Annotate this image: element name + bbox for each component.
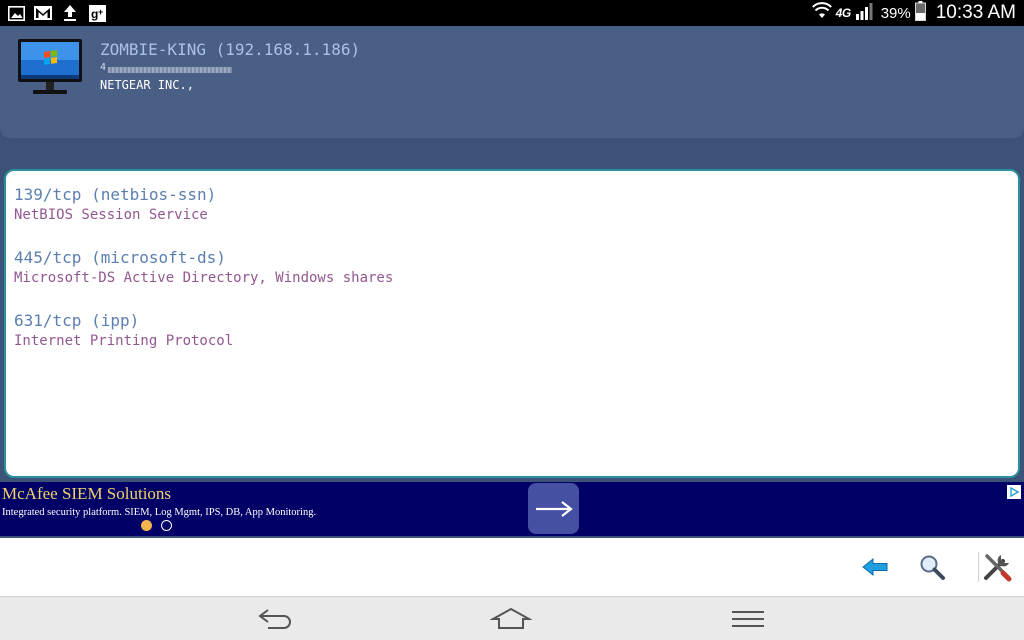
device-name: ZOMBIE-KING (192.168.1.186): [100, 40, 361, 59]
search-button[interactable]: [915, 550, 949, 584]
ad-text: Integrated security platform. SIEM, Log …: [2, 507, 317, 518]
device-vendor: NETGEAR INC.,: [100, 78, 194, 92]
battery-icon: [914, 1, 926, 25]
status-bar: g + 4G 39% 10:33 AM: [0, 0, 1024, 26]
ad-dot-inactive: [161, 520, 172, 531]
nav-menu-button[interactable]: [718, 601, 778, 637]
bottom-toolbar: [0, 538, 1024, 596]
toolbar-divider: [978, 552, 979, 582]
wifi-icon: [811, 2, 832, 24]
menu-icon: [732, 611, 764, 627]
port-item[interactable]: 445/tcp (microsoft-ds) Microsoft-DS Acti…: [14, 248, 393, 288]
navigation-bar: [0, 596, 1024, 640]
mac-redaction: [108, 67, 232, 73]
search-icon: [920, 555, 945, 580]
open-ports-panel[interactable]: 139/tcp (netbios-ssn) NetBIOS Session Se…: [4, 169, 1020, 478]
port-description: Internet Printing Protocol: [14, 333, 234, 349]
home-icon: [490, 607, 532, 629]
ad-title[interactable]: McAfee SIEM Solutions: [2, 484, 171, 504]
ad-banner[interactable]: McAfee SIEM Solutions Integrated securit…: [0, 482, 1024, 536]
back-arrow-icon: [862, 557, 888, 577]
port-name: 631/tcp (ipp): [14, 311, 140, 330]
gmail-icon: [34, 4, 52, 22]
nav-back-button[interactable]: [246, 601, 306, 637]
network-type: 4G: [835, 6, 852, 20]
gallery-icon: [7, 4, 25, 22]
back-icon: [258, 609, 291, 629]
device-mac-visible: 4: [100, 62, 107, 73]
device-header[interactable]: ZOMBIE-KING (192.168.1.186) 4 NETGEAR IN…: [0, 26, 1024, 138]
port-description: NetBIOS Session Service: [14, 207, 208, 223]
port-item[interactable]: 631/tcp (ipp) Internet Printing Protocol: [14, 311, 233, 351]
arrow-right-icon: [535, 500, 573, 517]
computer-monitor-icon: [17, 38, 83, 96]
ad-dot-active: [141, 520, 152, 531]
nav-home-button[interactable]: [481, 601, 541, 637]
battery-percent: 39%: [880, 4, 911, 22]
svg-text:+: +: [98, 7, 103, 17]
port-name: 445/tcp (microsoft-ds): [14, 248, 226, 267]
clock: 10:33 AM: [935, 2, 1016, 23]
port-description: Microsoft-DS Active Directory, Windows s…: [14, 270, 394, 286]
signal-icon: [855, 2, 875, 24]
device-mac-address: 4: [100, 62, 232, 75]
back-arrow-button[interactable]: [858, 550, 892, 584]
tools-button[interactable]: [980, 550, 1014, 584]
ad-go-button[interactable]: [528, 483, 579, 534]
port-item[interactable]: 139/tcp (netbios-ssn) NetBIOS Session Se…: [14, 185, 216, 225]
ad-page-dots: [141, 520, 172, 531]
ad-choices-icon[interactable]: [1007, 484, 1021, 499]
port-name: 139/tcp (netbios-ssn): [14, 185, 217, 204]
upload-icon: [61, 4, 79, 22]
system-indicators: 4G 39% 10:33 AM: [811, 0, 1016, 26]
google-plus-icon: g +: [88, 4, 106, 22]
tools-icon: [984, 554, 1012, 582]
notification-icons: g +: [7, 4, 106, 22]
